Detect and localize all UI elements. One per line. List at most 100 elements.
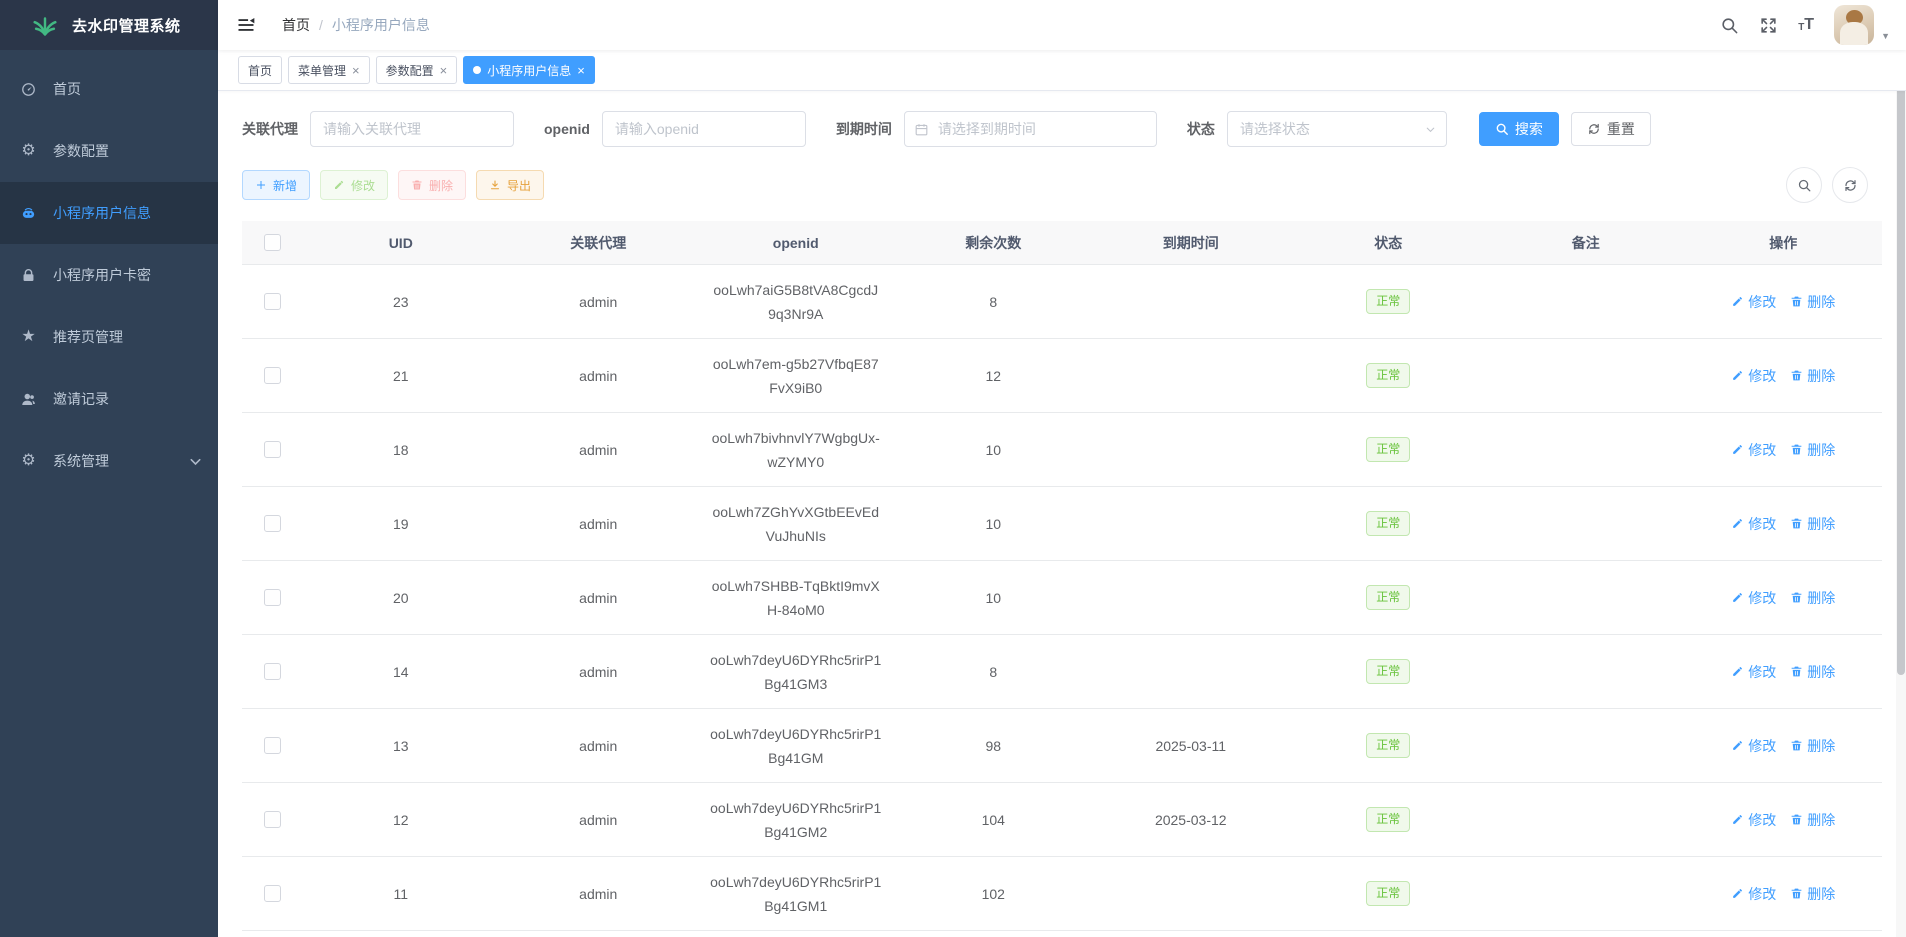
tab-item[interactable]: 小程序用户信息× xyxy=(463,56,595,84)
pencil-icon xyxy=(1731,887,1744,900)
row-edit-link[interactable]: 修改 xyxy=(1731,662,1776,682)
fullscreen-icon[interactable] xyxy=(1759,16,1778,35)
uid-cell: 14 xyxy=(302,664,500,680)
toggle-search-button[interactable] xyxy=(1786,167,1822,203)
row-delete-link[interactable]: 删除 xyxy=(1790,440,1835,460)
row-checkbox[interactable] xyxy=(264,663,281,680)
row-edit-link[interactable]: 修改 xyxy=(1731,514,1776,534)
column-header: UID xyxy=(302,235,500,251)
row-checkbox[interactable] xyxy=(264,515,281,532)
edit-button[interactable]: 修改 xyxy=(320,170,388,200)
actions-cell: 修改删除 xyxy=(1685,292,1883,312)
breadcrumb-item-home[interactable]: 首页 xyxy=(282,15,310,35)
hamburger-icon[interactable] xyxy=(236,15,256,35)
row-edit-link[interactable]: 修改 xyxy=(1731,292,1776,312)
row-checkbox[interactable] xyxy=(264,589,281,606)
row-edit-label: 修改 xyxy=(1748,514,1776,534)
row-delete-link[interactable]: 删除 xyxy=(1790,366,1835,386)
sidebar-item[interactable]: ⚙系统管理 xyxy=(0,430,218,492)
navbar-right: TT ▼ xyxy=(1720,5,1890,45)
row-edit-label: 修改 xyxy=(1748,588,1776,608)
tab-item[interactable]: 参数配置× xyxy=(376,56,458,84)
row-checkbox-cell xyxy=(242,885,302,902)
row-checkbox[interactable] xyxy=(264,367,281,384)
tab-item[interactable]: 首页 xyxy=(238,56,282,84)
reset-button[interactable]: 重置 xyxy=(1571,112,1651,146)
row-delete-link[interactable]: 删除 xyxy=(1790,810,1835,830)
row-checkbox[interactable] xyxy=(264,811,281,828)
row-edit-link[interactable]: 修改 xyxy=(1731,810,1776,830)
add-button[interactable]: 新增 xyxy=(242,170,310,200)
row-edit-label: 修改 xyxy=(1748,884,1776,904)
search-button[interactable]: 搜索 xyxy=(1479,112,1559,146)
row-edit-link[interactable]: 修改 xyxy=(1731,440,1776,460)
refresh-table-button[interactable] xyxy=(1832,167,1868,203)
row-delete-link[interactable]: 删除 xyxy=(1790,588,1835,608)
refresh-icon xyxy=(1587,122,1601,136)
sidebar-item[interactable]: 邀请记录 xyxy=(0,368,218,430)
row-edit-link[interactable]: 修改 xyxy=(1731,884,1776,904)
status-cell: 正常 xyxy=(1290,511,1488,537)
actions-cell: 修改 删除 xyxy=(1685,736,1883,756)
user-menu[interactable]: ▼ xyxy=(1834,5,1890,45)
row-delete-link[interactable]: 删除 xyxy=(1790,884,1835,904)
sidebar-item-label: 小程序用户信息 xyxy=(53,203,151,223)
close-icon[interactable]: × xyxy=(440,64,448,77)
sidebar-item[interactable]: ★推荐页管理 xyxy=(0,306,218,368)
remaining-cell: 98 xyxy=(895,738,1093,754)
scrollbar-thumb[interactable] xyxy=(1897,0,1905,675)
close-icon[interactable]: × xyxy=(577,64,585,77)
page-scrollbar[interactable] xyxy=(1896,0,1906,937)
chevron-down-icon xyxy=(187,453,204,470)
pencil-icon xyxy=(1731,739,1744,752)
sidebar-item-label: 小程序用户卡密 xyxy=(53,265,151,285)
agent-input[interactable] xyxy=(310,111,514,147)
active-tab-dot xyxy=(473,66,481,74)
trash-icon xyxy=(1790,665,1803,678)
actions-cell: 修改删除 xyxy=(1685,440,1883,460)
row-checkbox[interactable] xyxy=(264,885,281,902)
filter-agent: 关联代理 xyxy=(242,111,514,147)
breadcrumb: 首页 / 小程序用户信息 xyxy=(282,15,430,35)
sidebar-item[interactable]: 小程序用户信息 xyxy=(0,182,218,244)
sidebar-item[interactable]: 首页 xyxy=(0,58,218,120)
openid-value: ooLwh7deyU6DYRhc5rirP1Bg41GM xyxy=(710,722,882,770)
delete-button[interactable]: 删除 xyxy=(398,170,466,200)
sidebar-item[interactable]: ⚙参数配置 xyxy=(0,120,218,182)
sidebar-item[interactable]: 小程序用户卡密 xyxy=(0,244,218,306)
expire-date-input[interactable] xyxy=(904,111,1157,147)
column-header: 关联代理 xyxy=(500,233,698,253)
row-delete-link[interactable]: 删除 xyxy=(1790,662,1835,682)
row-delete-label: 删除 xyxy=(1807,736,1835,756)
font-size-icon[interactable]: TT xyxy=(1798,17,1814,33)
openid-input[interactable] xyxy=(602,111,806,147)
gear-icon: ⚙ xyxy=(20,143,37,160)
user-table: UID关联代理openid剩余次数到期时间状态备注操作 23adminooLwh… xyxy=(242,221,1882,931)
search-icon[interactable] xyxy=(1720,16,1739,35)
actions-cell: 修改删除 xyxy=(1685,366,1883,386)
close-icon[interactable]: × xyxy=(352,64,360,77)
status-select[interactable]: 请选择状态 xyxy=(1227,111,1447,147)
row-delete-link[interactable]: 删除 xyxy=(1790,736,1835,756)
row-checkbox[interactable] xyxy=(264,293,281,310)
export-button[interactable]: 导出 xyxy=(476,170,544,200)
row-delete-link[interactable]: 删除 xyxy=(1790,514,1835,534)
row-delete-label: 删除 xyxy=(1807,588,1835,608)
row-edit-label: 修改 xyxy=(1748,736,1776,756)
tab-item[interactable]: 菜单管理× xyxy=(288,56,370,84)
row-checkbox[interactable] xyxy=(264,737,281,754)
download-icon xyxy=(489,179,501,191)
row-edit-link[interactable]: 修改 xyxy=(1731,588,1776,608)
select-all-checkbox[interactable] xyxy=(264,234,281,251)
openid-cell: ooLwh7deyU6DYRhc5rirP1Bg41GM3 xyxy=(697,648,895,696)
row-checkbox[interactable] xyxy=(264,441,281,458)
status-badge: 正常 xyxy=(1366,363,1410,389)
avatar[interactable] xyxy=(1834,5,1874,45)
trash-icon xyxy=(1790,813,1803,826)
uid-cell: 13 xyxy=(302,738,500,754)
row-edit-link[interactable]: 修改 xyxy=(1731,366,1776,386)
row-delete-link[interactable]: 删除 xyxy=(1790,292,1835,312)
row-edit-link[interactable]: 修改 xyxy=(1731,736,1776,756)
actions-cell: 修改删除 xyxy=(1685,662,1883,682)
actions-cell: 修改删除 xyxy=(1685,884,1883,904)
